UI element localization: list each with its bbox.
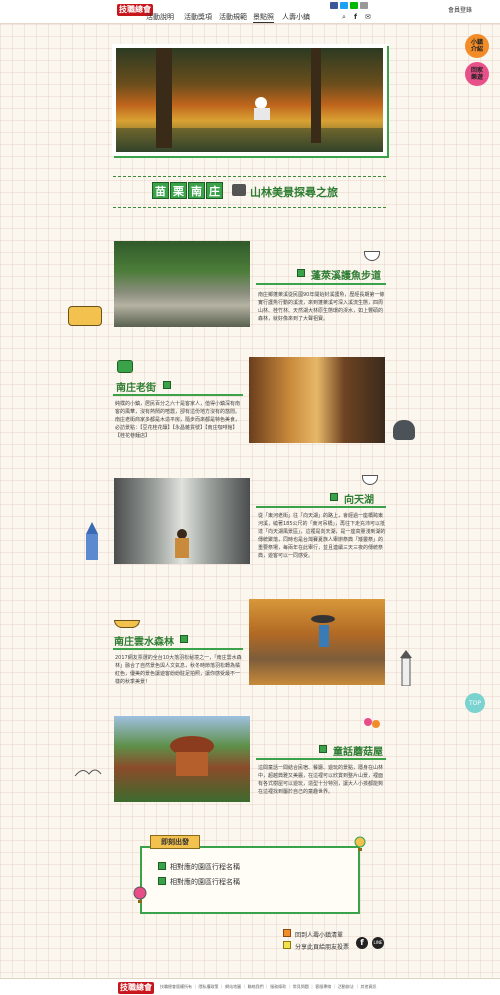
section-square-icon	[330, 493, 338, 501]
title-divider-top	[113, 176, 386, 177]
nav-item-activity-desc[interactable]: 活動說明	[146, 12, 174, 22]
search-icon[interactable]: ⌕	[342, 13, 346, 22]
share-icon[interactable]: ✉	[365, 13, 371, 21]
balloon-icon	[354, 836, 366, 852]
footer-logo[interactable]: 技職總會	[118, 982, 154, 994]
section-square-icon	[163, 381, 171, 389]
home-fun-button[interactable]: 回家 樂遊	[465, 62, 489, 86]
section-underline	[113, 394, 243, 396]
boat-icon	[114, 620, 140, 628]
section-underline	[256, 506, 386, 508]
bird-icon	[73, 764, 103, 784]
footer-links[interactable]: 技職總會版權所有 ｜ 隱私權政策 ｜ 網站地圖 ｜ 聯絡我們 ｜ 服務條款 ｜ …	[160, 984, 376, 990]
mail-icon[interactable]	[360, 2, 368, 9]
section-square-icon	[319, 745, 327, 753]
nav-item-rules[interactable]: 活動規範	[219, 12, 247, 22]
balloon-icon	[133, 886, 147, 904]
title-char-2: 栗	[170, 182, 187, 199]
nav-item-awards[interactable]: 活動獎項	[184, 12, 212, 22]
section-underline	[256, 283, 386, 285]
title-divider-bottom	[113, 207, 386, 208]
section-title-old-street: 南庄老街	[116, 383, 156, 394]
section-title-mushroom-house: 童話蘑菇屋	[333, 747, 383, 758]
section-text-yunshui: 2017網友票選的全台10大落羽松秘境之一，「南庄雲水森林」融合了自然景色與人文…	[115, 655, 242, 685]
title-char-3: 南	[188, 182, 205, 199]
title-char-1: 苗	[152, 182, 169, 199]
top-nav: 技職總會 活動說明 活動獎項 活動規範 景點照 人壽小鎮 ⌕ f ✉ 會員登錄	[0, 0, 500, 24]
link-square-icon	[283, 929, 291, 937]
line-share-icon[interactable]: LINE	[372, 937, 384, 949]
suitcase-icon	[232, 184, 246, 196]
section-photo-mushroom-house	[114, 716, 250, 802]
section-square-icon	[297, 269, 305, 277]
route-square-icon	[158, 862, 166, 870]
facebook-share-icon[interactable]: f	[356, 937, 368, 949]
section-title-xiangtian: 向天湖	[344, 495, 374, 506]
member-login-link[interactable]: 會員登錄	[448, 5, 472, 14]
section-text-old-street: 純樸的小鎮，居民百分之六十是客家人，值得小鎮深有南客的風華，沒有熱鬧的喧囂，卻有…	[115, 401, 241, 439]
footer: 技職總會 技職總會版權所有 ｜ 隱私權政策 ｜ 網站地圖 ｜ 聯絡我們 ｜ 服務…	[0, 978, 500, 995]
section-photo-old-street	[249, 357, 385, 443]
nav-item-scenic-photos[interactable]: 景點照	[253, 12, 274, 23]
pot-icon	[117, 360, 133, 373]
title-char-4: 庄	[206, 182, 223, 199]
facebook-icon[interactable]	[330, 2, 338, 9]
facebook-small-icon[interactable]: f	[354, 13, 357, 21]
line-icon[interactable]	[350, 2, 358, 9]
cake-icon	[68, 306, 102, 326]
share-vote-link[interactable]: 分享此頁給朋友投票	[295, 942, 349, 951]
section-photo-xiangtian	[114, 478, 250, 564]
flower-icon	[362, 716, 382, 732]
twitter-icon[interactable]	[340, 2, 348, 9]
section-text-mushroom-house: 這間童話一間結合民宿、餐廳、遊玩的景點，隱身在山林中，超越典雅又美麗，在這裡可以…	[258, 765, 384, 795]
nav-item-life-town[interactable]: 人壽小鎮	[282, 12, 310, 22]
section-square-icon	[180, 635, 188, 643]
lighthouse-icon	[400, 650, 412, 687]
route-link-2[interactable]: 相對應的園區行程名稱	[170, 877, 240, 887]
section-text-xiangtian: 從「東河老街」往「向天湖」的路上，會經過一座橋跨東河溪，繞著185公尺的「東河吊…	[258, 513, 386, 559]
depart-badge: 即刻出發	[150, 835, 200, 849]
section-title-penglai: 蓬萊溪護魚步道	[311, 271, 381, 282]
route-link-1[interactable]: 相對應的園區行程名稱	[170, 862, 240, 872]
section-title-yunshui: 南庄雲水森林	[114, 637, 174, 648]
town-intro-button[interactable]: 小鎮 介紹	[465, 34, 489, 58]
section-text-penglai: 南庄鄉蓬萊溪從民國90年開始封溪護魚，歷經長期第一條實行護魚行動的溪流，來到蓬萊…	[258, 292, 385, 322]
route-square-icon	[158, 877, 166, 885]
section-photo-yunshui	[249, 599, 385, 685]
bear-icon	[393, 420, 415, 440]
bowl-icon	[364, 251, 380, 261]
rice-bowl-icon	[362, 475, 378, 485]
back-to-top-button[interactable]: TOP	[465, 693, 485, 713]
church-tower-icon	[82, 522, 102, 560]
section-photo-penglai	[114, 241, 250, 327]
section-underline	[113, 648, 243, 650]
page-subtitle: 山林美景探尋之旅	[250, 186, 338, 199]
section-underline	[256, 758, 386, 760]
hero-photo	[112, 44, 387, 156]
back-to-list-link[interactable]: 回到人壽小鎮清單	[295, 930, 343, 939]
link-square-icon	[283, 941, 291, 949]
